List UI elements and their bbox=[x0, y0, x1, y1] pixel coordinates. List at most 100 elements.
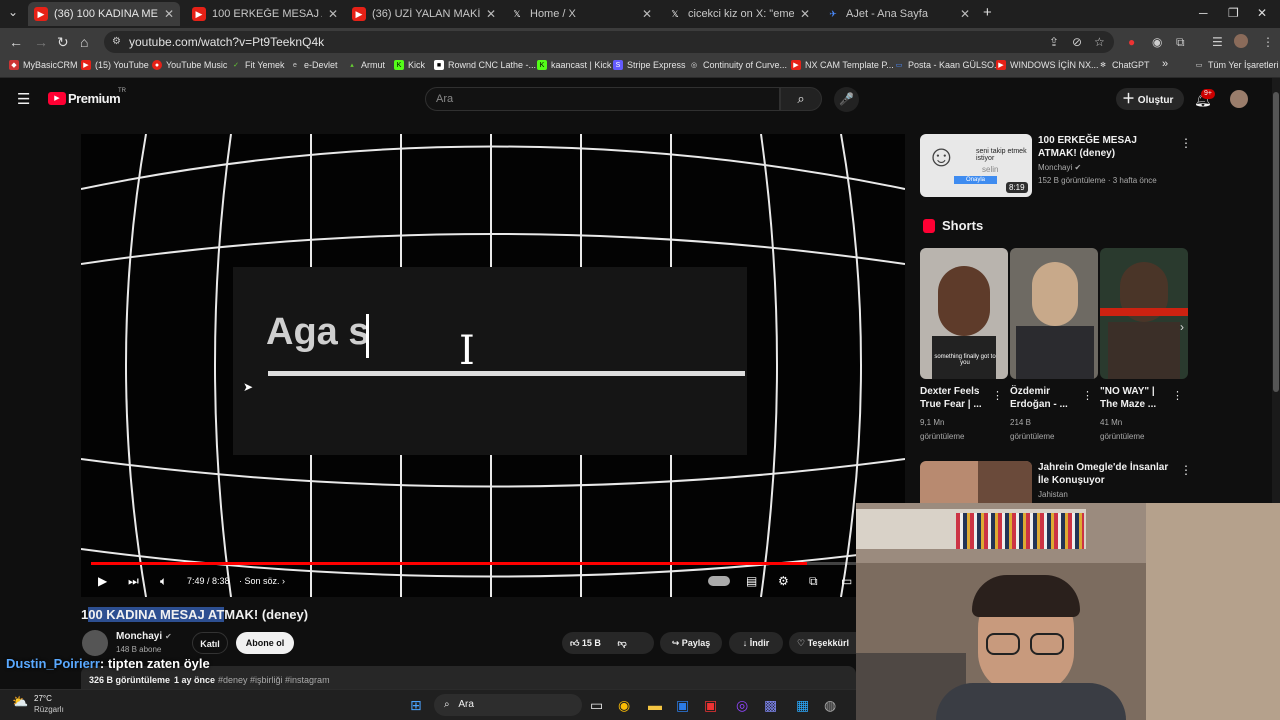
rec-title-1[interactable]: 100 ERKEĞE MESAJ ATMAK! (deney) bbox=[1038, 134, 1168, 160]
settings-gear-icon[interactable]: ⚙ bbox=[778, 574, 789, 588]
menu-dots-icon[interactable]: ⋮ bbox=[1262, 35, 1274, 49]
teams-icon[interactable]: ▩ bbox=[764, 697, 777, 714]
tab-4[interactable]: 𝕏 Home / X ✕ bbox=[504, 2, 658, 26]
close-tab-icon[interactable]: ✕ bbox=[960, 7, 970, 21]
back-icon[interactable]: ← bbox=[9, 34, 23, 50]
bookmark-kaancast[interactable]: Kkaancast | Kick bbox=[537, 60, 611, 70]
app-red-icon[interactable]: ▣ bbox=[704, 697, 717, 714]
site-info-icon[interactable]: ⚙ bbox=[112, 31, 121, 53]
rec-thumbnail-1[interactable]: ☺ seni takip etmek istiyor selin Onayla … bbox=[920, 134, 1032, 197]
scrollbar-thumb[interactable] bbox=[1273, 92, 1279, 392]
weather-icon[interactable]: ⛅ bbox=[12, 694, 28, 710]
reload-icon[interactable]: ↻ bbox=[57, 34, 69, 51]
rec-thumbnail-2[interactable] bbox=[920, 461, 1032, 503]
extensions-puzzle-icon[interactable]: ⧉ bbox=[1176, 35, 1185, 50]
bookmark-chatgpt[interactable]: ✻ ChatGPT bbox=[1098, 60, 1149, 70]
tab-5[interactable]: 𝕏 cicekci kiz on X: "emenike bu ne ✕ bbox=[662, 2, 816, 26]
rec-channel-2[interactable]: Jahistan bbox=[1038, 490, 1068, 499]
taskbar-search[interactable]: ⌕ Ara bbox=[434, 694, 582, 716]
forward-icon[interactable]: → bbox=[34, 34, 48, 50]
bookmark-e-devlet[interactable]: e e-Devlet bbox=[290, 60, 337, 70]
close-tab-icon[interactable]: ✕ bbox=[800, 7, 810, 21]
rec-title-2[interactable]: Jahrein Omegle'de İnsanlar İle Konuşuyor bbox=[1038, 461, 1174, 487]
channel-avatar[interactable] bbox=[82, 630, 108, 656]
account-avatar[interactable] bbox=[1230, 90, 1248, 108]
close-tab-icon[interactable]: ✕ bbox=[164, 7, 174, 21]
bookmark-windows-nx[interactable]: ▶ WINDOWS İÇİN NX... bbox=[996, 60, 1099, 70]
app-circle-icon[interactable]: ◍ bbox=[824, 697, 836, 714]
rec-channel-1[interactable]: Monchayi ✔ bbox=[1038, 163, 1081, 172]
close-tab-icon[interactable]: ✕ bbox=[328, 7, 338, 21]
bookmark-stripe[interactable]: S Stripe Express bbox=[613, 60, 686, 70]
more-bookmarks-icon[interactable]: » bbox=[1162, 58, 1168, 70]
bookmark-continuity[interactable]: ◎ Continuity of Curve... bbox=[689, 60, 787, 70]
voice-search-button[interactable]: 🎤 bbox=[834, 87, 859, 112]
more-options-icon[interactable]: ⋮ bbox=[1172, 389, 1183, 402]
close-window-icon[interactable]: ✕ bbox=[1257, 6, 1267, 20]
task-view-icon[interactable]: ▭ bbox=[590, 697, 603, 714]
extension-circle-icon[interactable]: ◉ bbox=[1152, 35, 1162, 49]
weather-status[interactable]: Rüzgarlı bbox=[34, 705, 64, 714]
short-thumb-2[interactable] bbox=[1010, 248, 1098, 379]
extension-red-icon[interactable]: ● bbox=[1128, 35, 1135, 49]
hamburger-menu-icon[interactable]: ☰ bbox=[17, 90, 30, 108]
tab-3[interactable]: ▶ (36) UZİ YALAN MAKİNESİNDE ✕ bbox=[346, 2, 502, 26]
subtitles-icon[interactable]: ▤ bbox=[746, 574, 757, 588]
join-button[interactable]: Katıl bbox=[192, 632, 228, 654]
channel-name[interactable]: Monchayi bbox=[116, 631, 162, 642]
volume-icon[interactable]: 🔈︎ bbox=[160, 574, 167, 589]
search-input[interactable]: Ara bbox=[425, 87, 780, 111]
restore-icon[interactable]: ❐ bbox=[1228, 6, 1239, 20]
close-tab-icon[interactable]: ✕ bbox=[642, 7, 652, 21]
tab-1[interactable]: ▶ (36) 100 KADINA MESAJ ATMA ✕ bbox=[28, 2, 180, 26]
start-windows-icon[interactable]: ⊞ bbox=[410, 697, 422, 714]
profile-avatar[interactable] bbox=[1234, 34, 1248, 48]
more-options-icon[interactable]: ⋮ bbox=[1082, 389, 1093, 402]
like-icon[interactable]: 👍︎ bbox=[570, 638, 579, 648]
play-icon[interactable]: ▶ bbox=[98, 574, 107, 588]
chapter-button[interactable]: · Son söz. › bbox=[239, 576, 285, 586]
short-title-3[interactable]: "NO WAY" | The Maze ... bbox=[1100, 385, 1168, 411]
bookmark-nx-cam[interactable]: ▶ NX CAM Template P... bbox=[791, 60, 894, 70]
eye-slash-icon[interactable]: ⊘ bbox=[1072, 31, 1082, 53]
download-button[interactable]: ↓ İndir bbox=[729, 632, 783, 654]
subscribe-button[interactable]: Abone ol bbox=[236, 632, 294, 654]
dislike-icon[interactable]: 👎︎ bbox=[617, 638, 626, 648]
miniplayer-icon[interactable]: ⧉ bbox=[809, 574, 818, 589]
minimize-icon[interactable]: ─ bbox=[1199, 6, 1208, 20]
autoplay-toggle[interactable] bbox=[708, 576, 730, 586]
bookmark-posta[interactable]: ▭ Posta - Kaan GÜLSO... bbox=[894, 60, 1002, 70]
temperature[interactable]: 27°C bbox=[34, 694, 52, 703]
short-thumb-1[interactable]: something finally got to you bbox=[920, 248, 1008, 379]
youtube-premium-logo[interactable]: Premium bbox=[68, 91, 121, 106]
next-icon[interactable]: ⏭ bbox=[128, 574, 139, 589]
more-options-icon[interactable]: ⋮ bbox=[1180, 136, 1192, 150]
short-title-1[interactable]: Dexter Feels True Fear | ... bbox=[920, 385, 988, 411]
bookmark-kick[interactable]: K Kick bbox=[394, 60, 425, 70]
tab-2[interactable]: ▶ 100 ERKEĞE MESAJ ATMAK! (de ✕ bbox=[186, 2, 344, 26]
new-tab-icon[interactable]: + bbox=[983, 4, 992, 21]
share-button[interactable]: ↪ Paylaş bbox=[660, 632, 722, 654]
thanks-button[interactable]: ♡ Teşekkürl bbox=[789, 632, 856, 654]
page-scrollbar[interactable] bbox=[1272, 78, 1280, 503]
shorts-next-icon[interactable]: › bbox=[1180, 320, 1184, 334]
tab-6[interactable]: ✈ AJet - Ana Sayfa ✕ bbox=[820, 2, 976, 26]
bookmark-rownd[interactable]: ■ Rownd CNC Lathe -... bbox=[434, 60, 536, 70]
bookmark-youtube-music[interactable]: ● YouTube Music bbox=[152, 60, 227, 70]
more-options-icon[interactable]: ⋮ bbox=[992, 389, 1003, 402]
outlook-icon[interactable]: ▦ bbox=[796, 697, 809, 714]
video-player[interactable]: Aga s I ➤ ▶ ⏭ 🔈︎ 7:49 / 8:38 · Son söz. … bbox=[81, 134, 905, 597]
chrome-icon[interactable]: ◉ bbox=[618, 697, 630, 714]
short-thumb-3[interactable] bbox=[1100, 248, 1188, 379]
youtube-logo-icon[interactable]: ▶ bbox=[48, 92, 66, 105]
home-icon[interactable]: ⌂ bbox=[80, 34, 88, 50]
address-bar[interactable]: ⚙ youtube.com/watch?v=Pt9TeeknQ4k ⇪ ⊘ ☆ bbox=[104, 31, 1114, 53]
obs-icon[interactable]: ◎ bbox=[736, 697, 748, 714]
short-title-2[interactable]: Özdemir Erdoğan - ... bbox=[1010, 385, 1078, 411]
tab-search-icon[interactable]: ⌄ bbox=[8, 5, 18, 19]
bookmark-youtube[interactable]: ▶ (15) YouTube bbox=[81, 60, 149, 70]
bookmark-armut[interactable]: ▴ Armut bbox=[347, 60, 385, 70]
all-bookmarks[interactable]: ▭ Tüm Yer İşaretleri bbox=[1194, 60, 1279, 70]
create-button[interactable]: ＋ Oluştur bbox=[1116, 88, 1184, 110]
file-explorer-icon[interactable]: ▬ bbox=[648, 697, 662, 713]
